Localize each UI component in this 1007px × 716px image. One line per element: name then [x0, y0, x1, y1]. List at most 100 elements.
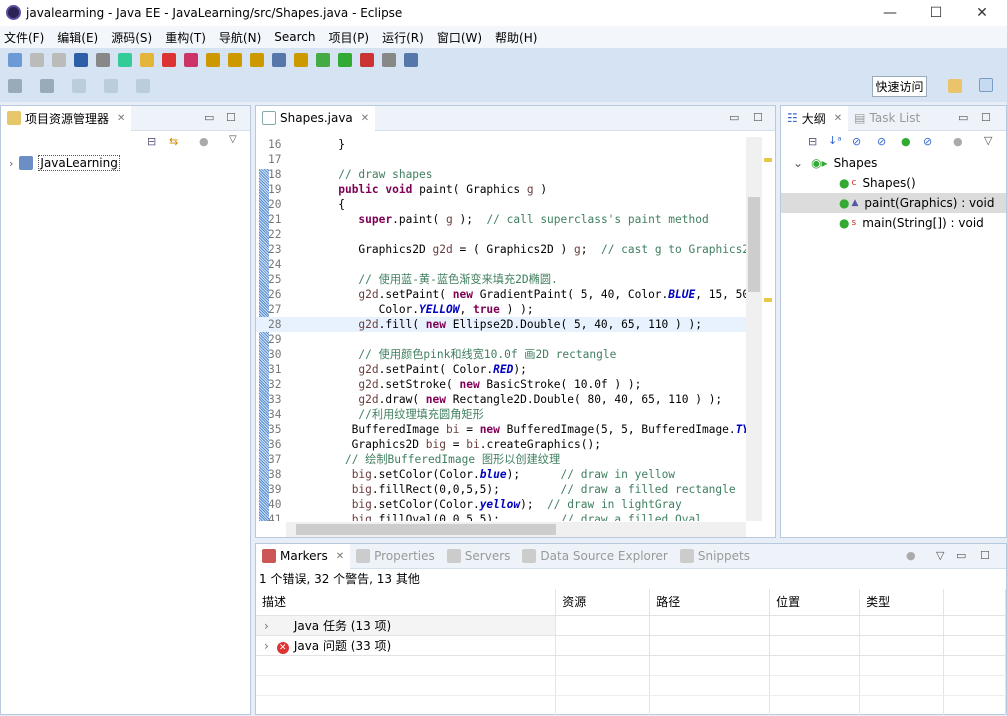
collapse-chevron-icon[interactable]: ⌄ [793, 156, 803, 170]
code-line[interactable]: 16 } [256, 137, 746, 152]
toolbar-button-icon[interactable] [184, 52, 198, 67]
toolbar-button-icon[interactable] [96, 52, 110, 67]
code-line[interactable]: 36 Graphics2D big = bi.createGraphics(); [256, 437, 746, 452]
code-line[interactable]: 24 [256, 257, 746, 272]
minimize-icon[interactable]: ▭ [958, 111, 968, 124]
toolbar-button-icon[interactable] [294, 52, 308, 67]
tab-task-list[interactable]: ▤ Task List [848, 106, 926, 131]
code-line[interactable]: 17 [256, 152, 746, 167]
tab-servers[interactable]: Servers [441, 544, 517, 569]
maximize-icon[interactable]: ☐ [980, 549, 990, 562]
menu-item[interactable]: 项目(P) [329, 29, 370, 46]
tab-data-source-explorer[interactable]: Data Source Explorer [516, 544, 673, 569]
column-header[interactable]: 描述 [256, 589, 557, 616]
filters-icon[interactable]: ● [906, 549, 916, 562]
warning-marker[interactable] [764, 298, 772, 302]
menu-item[interactable]: 源码(S) [111, 29, 152, 46]
navigation-button-icon[interactable] [104, 78, 118, 93]
close-tab-icon[interactable]: ✕ [834, 113, 842, 124]
code-line[interactable]: 20 { [256, 197, 746, 212]
navigation-button-icon[interactable] [72, 78, 86, 93]
code-line[interactable]: 35 BufferedImage bi = new BufferedImage(… [256, 422, 746, 437]
collapse-all-icon[interactable]: ⊟ [808, 135, 817, 148]
code-line[interactable]: 32 g2d.setStroke( new BasicStroke( 10.0f… [256, 377, 746, 392]
toolbar-button-icon[interactable] [272, 52, 286, 67]
tab-markers[interactable]: Markers ✕ [256, 543, 351, 569]
toolbar-button-icon[interactable] [360, 52, 374, 67]
filters-icon[interactable]: ● [199, 135, 209, 148]
code-line[interactable]: 28 g2d.fill( new Ellipse2D.Double( 5, 40… [256, 317, 746, 332]
tab-project-explorer[interactable]: 项目资源管理器 ✕ [1, 105, 132, 131]
toolbar-button-icon[interactable] [140, 52, 154, 67]
quick-access-input[interactable]: 快速访问 [872, 76, 927, 97]
toolbar-button-icon[interactable] [118, 52, 132, 67]
scroll-thumb[interactable] [748, 197, 760, 292]
expand-chevron-icon[interactable]: › [9, 157, 13, 170]
minimize-icon[interactable]: ▭ [956, 549, 966, 562]
code-line[interactable]: 18 // draw shapes [256, 167, 746, 182]
code-line[interactable]: 29 [256, 332, 746, 347]
toolbar-button-icon[interactable] [404, 52, 418, 67]
toolbar-button-icon[interactable] [382, 52, 396, 67]
close-tab-icon[interactable]: ✕ [336, 551, 344, 562]
focus-icon[interactable]: ● [953, 135, 963, 148]
toolbar-button-icon[interactable] [52, 52, 66, 67]
sort-icon[interactable]: ↓ᵃ [828, 134, 842, 147]
toolbar-button-icon[interactable] [74, 52, 88, 67]
toolbar-button-icon[interactable] [338, 52, 352, 67]
toolbar-button-icon[interactable] [30, 52, 44, 67]
code-line[interactable]: 25 // 使用蓝-黄-蓝色渐变来填充2D椭圆. [256, 272, 746, 287]
minimize-icon[interactable]: ▭ [204, 111, 214, 124]
code-line[interactable]: 41 big.fillOval(0,0,5,5); // draw a fill… [256, 512, 746, 521]
view-menu-icon[interactable]: ▽ [229, 134, 237, 145]
tab-properties[interactable]: Properties [350, 544, 441, 569]
table-row[interactable]: › ✕ Java 问题 (33 项) [256, 635, 1006, 656]
outline-item[interactable]: ● s main(String[]) : void [781, 213, 1006, 233]
menu-item[interactable]: 帮助(H) [495, 29, 537, 46]
close-tab-icon[interactable]: ✕ [361, 113, 369, 124]
menu-item[interactable]: 导航(N) [219, 29, 261, 46]
code-line[interactable]: 23 Graphics2D g2d = ( Graphics2D ) g; //… [256, 242, 746, 257]
horizontal-scrollbar[interactable] [286, 522, 746, 537]
scroll-thumb[interactable] [296, 524, 556, 535]
toolbar-button-icon[interactable] [162, 52, 176, 67]
hide-fields-icon[interactable]: ⊘ [852, 135, 861, 148]
code-line[interactable]: 26 g2d.setPaint( new GradientPaint( 5, 4… [256, 287, 746, 302]
expand-chevron-icon[interactable]: › [264, 639, 269, 653]
navigation-button-icon[interactable] [136, 78, 150, 93]
code-line[interactable]: 22 [256, 227, 746, 242]
code-line[interactable]: 40 big.setColor(Color.yellow); // draw i… [256, 497, 746, 512]
code-line[interactable]: 31 g2d.setPaint( Color.RED); [256, 362, 746, 377]
collapse-all-icon[interactable]: ⊟ [147, 135, 156, 148]
toolbar-button-icon[interactable] [8, 52, 22, 67]
link-editor-icon[interactable]: ⇆ [169, 135, 178, 148]
toolbar-button-icon[interactable] [206, 52, 220, 67]
outline-item[interactable]: ● ▲ paint(Graphics) : void [781, 193, 1006, 213]
hide-nonpublic-icon[interactable]: ● [901, 135, 911, 148]
maximize-icon[interactable]: ☐ [981, 111, 991, 124]
code-line[interactable]: 27 Color.YELLOW, true ) ); [256, 302, 746, 317]
hide-static-icon[interactable]: ⊘ [877, 135, 886, 148]
warning-marker[interactable] [764, 158, 772, 162]
code-line[interactable]: 39 big.fillRect(0,0,5,5); // draw a fill… [256, 482, 746, 497]
close-button[interactable]: ✕ [959, 0, 1005, 26]
menu-item[interactable]: 运行(R) [382, 29, 424, 46]
maximize-icon[interactable]: ☐ [753, 111, 763, 124]
code-line[interactable]: 38 big.setColor(Color.blue); // draw in … [256, 467, 746, 482]
expand-chevron-icon[interactable]: › [264, 619, 269, 633]
minimize-button[interactable]: — [867, 0, 913, 26]
menu-item[interactable]: Search [274, 30, 315, 44]
menu-item[interactable]: 重构(T) [165, 29, 206, 46]
menu-item[interactable]: 窗口(W) [437, 29, 482, 46]
code-area[interactable]: 16 } 17 18 // draw shapes 19 public void pa… [256, 137, 746, 521]
maximize-button[interactable]: ☐ [913, 0, 959, 26]
tree-item-javalearning[interactable]: › JavaLearning [1, 153, 250, 173]
column-header[interactable]: 资源 [555, 589, 651, 616]
column-header[interactable]: 位置 [769, 589, 861, 616]
vertical-scrollbar[interactable] [746, 137, 762, 521]
hide-local-types-icon[interactable]: ⊘ [923, 135, 932, 148]
tab-outline[interactable]: ☷ 大纲 ✕ [781, 105, 849, 131]
view-menu-icon[interactable]: ▽ [936, 549, 944, 562]
code-line[interactable]: 33 g2d.draw( new Rectangle2D.Double( 80,… [256, 392, 746, 407]
maximize-icon[interactable]: ☐ [226, 111, 236, 124]
